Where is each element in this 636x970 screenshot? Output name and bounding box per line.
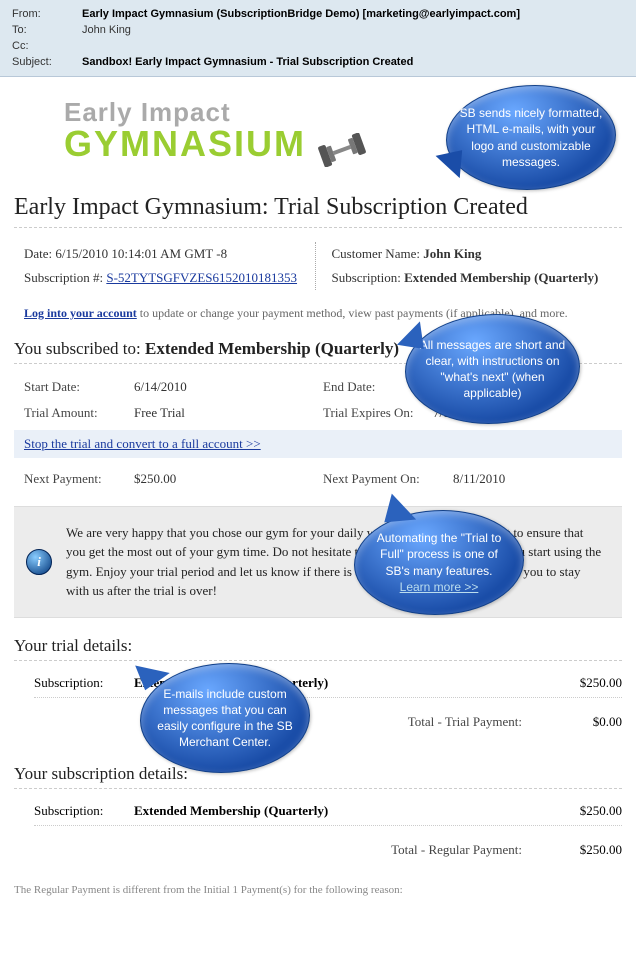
callout-text: Automating the "Trial to Full" process i… bbox=[377, 531, 502, 577]
subscription-number-link[interactable]: S-52TYTSGFVZES6152010181353 bbox=[106, 270, 297, 285]
stop-trial-link[interactable]: Stop the trial and convert to a full acc… bbox=[24, 436, 261, 451]
trial-amount-value: Free Trial bbox=[134, 405, 323, 421]
login-link[interactable]: Log into your account bbox=[24, 306, 137, 320]
info-grid: Date: 6/15/2010 10:14:01 AM GMT -8 Subsc… bbox=[14, 236, 622, 300]
trial-expires-label: Trial Expires On: bbox=[323, 405, 433, 421]
info-icon: i bbox=[26, 549, 52, 575]
callout-text: E-mails include custom messages that you… bbox=[153, 686, 297, 751]
subscribed-name: Extended Membership (Quarterly) bbox=[145, 339, 399, 358]
date-label: Date: bbox=[24, 246, 55, 261]
footnote: The Regular Payment is different from th… bbox=[14, 874, 622, 896]
start-date-label: Start Date: bbox=[24, 379, 134, 395]
sub-sub-price: $250.00 bbox=[542, 803, 622, 819]
subscription-value: Extended Membership (Quarterly) bbox=[404, 270, 598, 285]
sub-sub-name: Extended Membership (Quarterly) bbox=[134, 803, 542, 819]
next-payment-on-value: 8/11/2010 bbox=[453, 471, 622, 487]
subscribed-prefix: You subscribed to: bbox=[14, 339, 145, 358]
barbell-icon bbox=[314, 133, 370, 172]
date-value: 6/15/2010 10:14:01 AM GMT -8 bbox=[55, 246, 227, 261]
to-label: To: bbox=[12, 24, 82, 36]
trial-total-value: $0.00 bbox=[542, 714, 622, 730]
subscription-details: Subscription: Extended Membership (Quart… bbox=[14, 795, 622, 874]
customer-label: Customer Name: bbox=[332, 246, 424, 261]
trial-amount-label: Trial Amount: bbox=[24, 405, 134, 421]
from-value: Early Impact Gymnasium (SubscriptionBrid… bbox=[82, 8, 624, 20]
page-title: Early Impact Gymnasium: Trial Subscripti… bbox=[14, 194, 622, 228]
next-payment-value: $250.00 bbox=[134, 471, 323, 487]
trial-details: Subscription: Extended Membership (Quart… bbox=[14, 667, 622, 746]
sub-num-label: Subscription #: bbox=[24, 270, 106, 285]
subscription-label: Subscription: bbox=[332, 270, 405, 285]
cc-label: Cc: bbox=[12, 40, 82, 52]
start-date-value: 6/14/2010 bbox=[134, 379, 323, 395]
callout-text: All messages are short and clear, with i… bbox=[418, 337, 567, 402]
sub-total-value: $250.00 bbox=[542, 842, 622, 858]
next-payment-grid: Next Payment:$250.00 Next Payment On:8/1… bbox=[14, 462, 622, 492]
sub-total-label: Total - Regular Payment: bbox=[34, 842, 542, 858]
trial-sub-price: $250.00 bbox=[542, 675, 622, 691]
next-payment-on-label: Next Payment On: bbox=[323, 471, 453, 487]
stop-trial-bar: Stop the trial and convert to a full acc… bbox=[14, 430, 622, 458]
sub-details-head: Your subscription details: bbox=[14, 764, 622, 789]
learn-more-link[interactable]: Learn more >> bbox=[400, 580, 479, 594]
from-label: From: bbox=[12, 8, 82, 20]
cc-value bbox=[82, 40, 624, 52]
trial-details-head: Your trial details: bbox=[14, 636, 622, 661]
welcome-message-box: i We are very happy that you chose our g… bbox=[14, 506, 622, 618]
welcome-message: We are very happy that you chose our gym… bbox=[66, 523, 606, 601]
to-value: John King bbox=[82, 24, 624, 36]
callout-text: SB sends nicely formatted, HTML e-mails,… bbox=[459, 105, 603, 170]
email-header: From: Early Impact Gymnasium (Subscripti… bbox=[0, 0, 636, 77]
customer-value: John King bbox=[423, 246, 481, 261]
email-body: Early Impact GYMNASIUM Early Impact Gymn… bbox=[0, 77, 636, 910]
trial-sub-label: Subscription: bbox=[34, 675, 134, 691]
sub-sub-label: Subscription: bbox=[34, 803, 134, 819]
subject-label: Subject: bbox=[12, 56, 82, 68]
logo-line2: GYMNASIUM bbox=[64, 123, 306, 164]
next-payment-label: Next Payment: bbox=[24, 471, 134, 487]
subject-value: Sandbox! Early Impact Gymnasium - Trial … bbox=[82, 56, 624, 68]
